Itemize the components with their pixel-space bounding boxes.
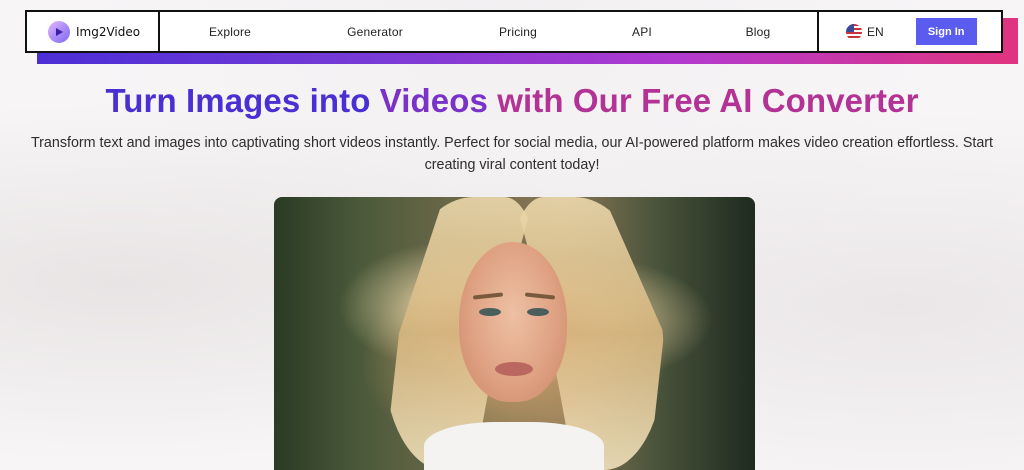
hero-subtitle: Transform text and images into captivati… <box>30 135 994 173</box>
eyebrow-right <box>524 292 556 300</box>
nav-explore-link[interactable]: Explore <box>209 25 251 39</box>
brand-logo-link[interactable]: Img2Video <box>27 12 160 51</box>
play-logo-icon <box>48 20 70 43</box>
us-flag-icon[interactable] <box>846 23 862 40</box>
main-menu: Explore Generator Pricing API Blog <box>160 12 817 51</box>
hero-portrait-image <box>274 197 755 470</box>
lips <box>495 362 533 376</box>
hero-title-part3: with Our Free AI Converter <box>497 82 919 119</box>
hero-title: Turn Images into Videos with Our Free AI… <box>0 82 1024 120</box>
eye-right <box>527 308 549 316</box>
portrait-face <box>459 242 567 402</box>
white-shirt <box>424 422 604 470</box>
nav-pricing-link[interactable]: Pricing <box>499 25 537 39</box>
hero-title-part2: Videos <box>379 82 498 119</box>
brand-name: Img2Video <box>76 24 141 39</box>
nav-actions: EN Sign In <box>817 12 1001 51</box>
sign-in-button[interactable]: Sign In <box>915 18 977 45</box>
eye-left <box>479 308 501 316</box>
nav-blog-link[interactable]: Blog <box>746 25 771 39</box>
nav-generator-link[interactable]: Generator <box>347 25 403 39</box>
hero-title-part1: Turn Images into <box>105 82 380 119</box>
language-selector[interactable]: EN <box>867 25 884 39</box>
top-navbar: Img2Video Explore Generator Pricing API … <box>25 10 1003 53</box>
eyebrow-left <box>472 292 504 300</box>
nav-api-link[interactable]: API <box>632 25 652 39</box>
